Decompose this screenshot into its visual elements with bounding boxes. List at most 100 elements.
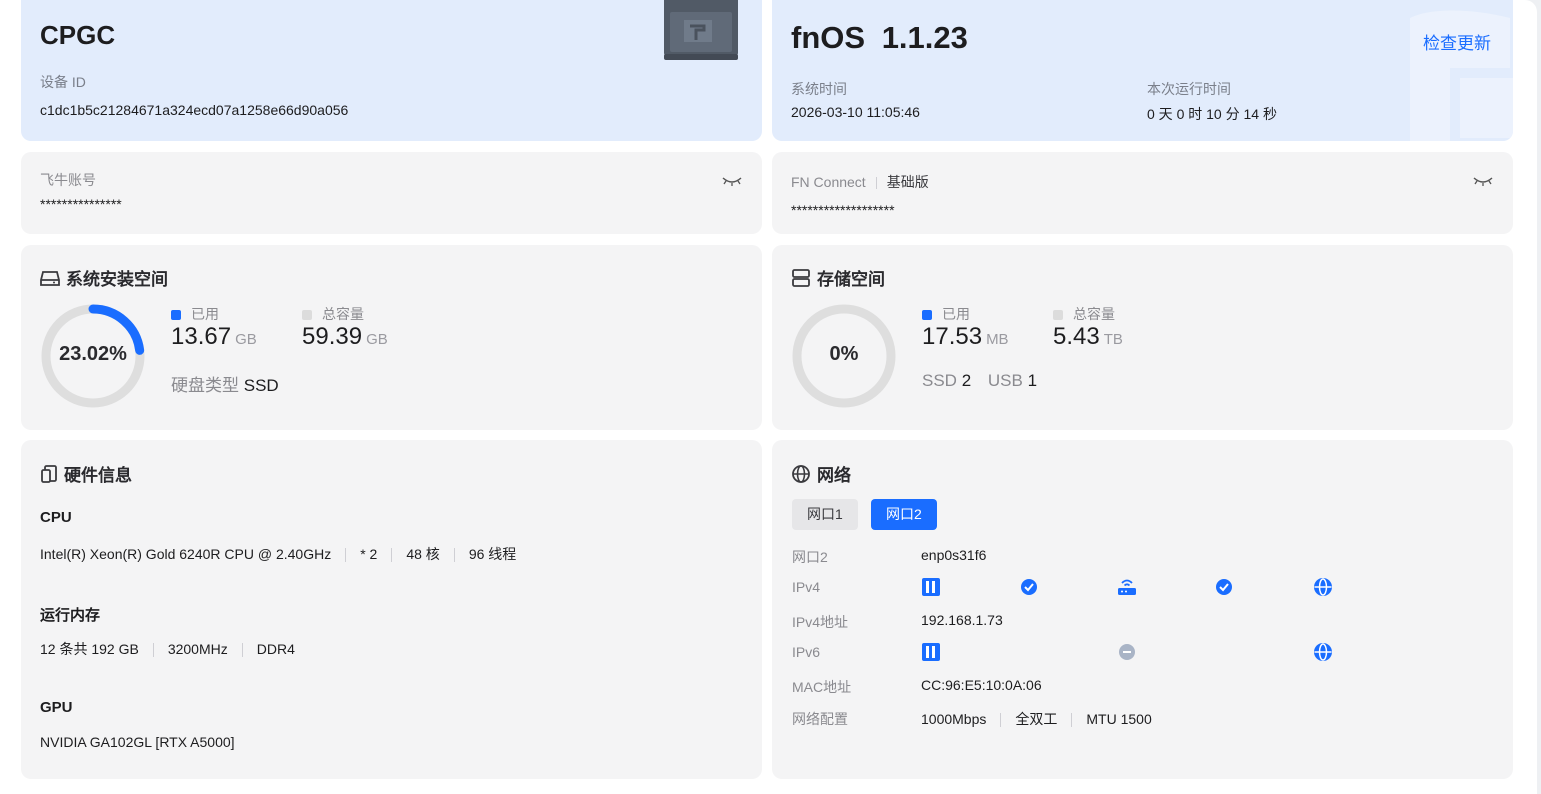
system-space-ring: 23.02%	[40, 303, 146, 409]
storage-total-value: 5.43	[1053, 323, 1100, 350]
cpu-threads: 96 线程	[468, 546, 517, 562]
storage-percent: 0%	[829, 343, 859, 365]
system-total-legend: 总容量	[302, 304, 364, 324]
disk-type-value: SSD	[243, 376, 279, 395]
fn-connect-header: FN Connect 基础版	[791, 172, 929, 192]
storage-disk-counts: SSD 2 USB 1	[922, 371, 1037, 391]
device-id-value: c1dc1b5c21284671a324ecd07a1258e66d90a056	[40, 102, 349, 118]
fn-connect-plan: 基础版	[886, 174, 929, 190]
tab-port-1[interactable]: 网口1	[792, 499, 858, 530]
mac-value: CC:96:E5:10:0A:06	[921, 677, 1042, 693]
system-used: 13.67 GB	[171, 323, 257, 351]
device-icon	[922, 578, 940, 596]
storage-used-unit: MB	[986, 331, 1009, 348]
system-time-value: 2026-03-10 11:05:46	[791, 104, 920, 120]
system-total-value: 59.39	[302, 323, 363, 350]
eye-closed-icon[interactable]	[722, 176, 742, 186]
minus-circle-icon	[1119, 644, 1135, 660]
system-total-unit: GB	[366, 331, 388, 348]
uptime-label: 本次运行时间	[1147, 81, 1231, 97]
device-name: CPGC	[40, 20, 116, 50]
check-circle-icon	[1216, 579, 1232, 595]
storage-total-legend: 总容量	[1053, 304, 1115, 324]
link-speed: 1000Mbps	[921, 711, 987, 727]
cpu-cores: 48 核	[406, 546, 440, 562]
hardware-title: 硬件信息	[40, 461, 132, 486]
os-card: fnOS 1.1.23 检查更新 系统时间 2026-03-10 11:05:4…	[772, 0, 1513, 141]
system-used-unit: GB	[235, 331, 257, 348]
check-update-link[interactable]: 检查更新	[1423, 29, 1491, 54]
hardware-card: 硬件信息 CPU Intel(R) Xeon(R) Gold 6240R CPU…	[21, 440, 762, 779]
ipv6-label: IPv6	[792, 644, 821, 660]
storage-title-text: 存储空间	[817, 270, 885, 289]
settings-page: CPGC 设备 ID c1dc1b5c21284671a324ecd07a125…	[0, 0, 1537, 794]
cpu-info: Intel(R) Xeon(R) Gold 6240R CPU @ 2.40GH…	[40, 544, 516, 564]
system-used-value: 13.67	[171, 323, 232, 350]
os-name: fnOS	[791, 20, 866, 55]
storage-used-label: 已用	[942, 306, 970, 322]
ipv4-address-value: 192.168.1.73	[921, 612, 1003, 628]
device-id-label: 设备 ID	[40, 74, 86, 90]
system-time-label: 系统时间	[791, 81, 847, 97]
storage-used-value: 17.53	[922, 323, 983, 350]
memory-label: 运行内存	[40, 607, 101, 624]
mac-label: MAC地址	[792, 679, 852, 695]
nas-device-icon	[662, 0, 740, 62]
gpu-label: GPU	[40, 699, 73, 716]
cpu-model: Intel(R) Xeon(R) Gold 6240R CPU @ 2.40GH…	[40, 546, 332, 562]
memory-type: DDR4	[256, 641, 295, 657]
storage-used-legend: 已用	[922, 304, 970, 324]
ssd-label: SSD	[922, 371, 957, 390]
cpu-label: CPU	[40, 509, 72, 526]
os-watermark-icon	[1410, 10, 1513, 141]
disk-type-label: 硬盘类型	[171, 376, 239, 395]
internet-globe-icon	[1314, 578, 1332, 596]
system-total-label: 总容量	[322, 306, 364, 322]
os-title: fnOS 1.1.23	[791, 20, 968, 56]
storage-icon	[792, 268, 810, 287]
cpu-count: * 2	[360, 546, 378, 562]
duplex-mode: 全双工	[1015, 711, 1058, 727]
os-version: 1.1.23	[881, 20, 968, 55]
globe-icon	[792, 464, 810, 483]
ssd-count: 2	[961, 371, 972, 390]
internet-globe-icon	[1314, 643, 1332, 661]
usb-label: USB	[987, 371, 1023, 390]
port-label: 网口2	[792, 549, 828, 565]
storage-used: 17.53 MB	[922, 323, 1009, 351]
storage-card: 存储空间 0% 已用 17.53 MB 总容量 5.43 TB SSD 2 USB …	[772, 245, 1513, 430]
memory-size: 12 条共 192 GB	[40, 641, 139, 657]
mtu-value: MTU 1500	[1086, 711, 1152, 727]
system-space-title: 系统安装空间	[40, 265, 168, 290]
hardware-icon	[41, 464, 57, 483]
account-value: ***************	[40, 196, 122, 212]
network-config-value: 1000Mbps 全双工 MTU 1500	[921, 709, 1152, 729]
eye-closed-icon[interactable]	[1473, 176, 1493, 186]
ipv4-label: IPv4	[792, 579, 821, 595]
port-value: enp0s31f6	[921, 547, 987, 563]
check-circle-icon	[1021, 579, 1037, 595]
device-card: CPGC 设备 ID c1dc1b5c21284671a324ecd07a125…	[21, 0, 762, 141]
tab-port-2[interactable]: 网口2	[871, 499, 937, 530]
usb-count: 1	[1027, 371, 1038, 390]
device-icon	[922, 643, 940, 661]
account-label: 飞牛账号	[40, 172, 96, 188]
system-total: 59.39 GB	[302, 323, 388, 351]
uptime-value: 0 天 0 时 10 分 14 秒	[1147, 106, 1277, 122]
network-title-text: 网络	[817, 466, 851, 485]
system-space-card: 系统安装空间 23.02% 已用 13.67 GB 总容量 59.39 GB 硬盘类…	[21, 245, 762, 430]
hardware-title-text: 硬件信息	[64, 466, 132, 485]
ipv4-address-label: IPv4地址	[792, 614, 849, 630]
network-config-label: 网络配置	[792, 711, 848, 727]
gpu-model: NVIDIA GA102GL [RTX A5000]	[40, 734, 235, 750]
memory-speed: 3200MHz	[167, 641, 228, 657]
fn-connect-card: FN Connect 基础版 *******************	[772, 152, 1513, 234]
fn-connect-value: *******************	[791, 202, 895, 218]
memory-info: 12 条共 192 GB 3200MHz DDR4	[40, 639, 295, 659]
disk-type: 硬盘类型 SSD	[171, 371, 279, 396]
account-card: 飞牛账号 ***************	[21, 152, 762, 234]
storage-total: 5.43 TB	[1053, 323, 1123, 351]
storage-ring: 0%	[791, 303, 897, 409]
system-space-title-text: 系统安装空间	[66, 270, 168, 289]
system-used-label: 已用	[191, 306, 219, 322]
